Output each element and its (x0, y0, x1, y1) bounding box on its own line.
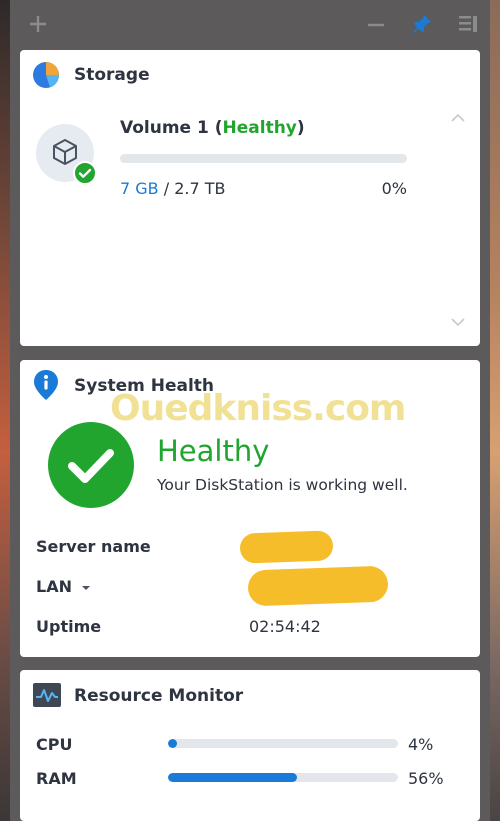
lan-dropdown[interactable]: LAN (36, 577, 91, 596)
health-status: Healthy (157, 434, 270, 468)
volume-usage-bar (120, 154, 407, 163)
healthy-check-icon (48, 422, 134, 508)
monitor-chart-icon (33, 683, 61, 707)
ram-percent: 56% (408, 769, 444, 788)
chevron-down-icon[interactable] (450, 316, 466, 328)
cpu-percent: 4% (408, 735, 434, 754)
resource-monitor-widget: Resource Monitor CPU 4% RAM 56% (20, 670, 480, 821)
volume-title[interactable]: Volume 1 (Healthy) (120, 118, 305, 138)
volume-total: 2.7 TB (174, 179, 226, 198)
volume-percent: 0% (381, 179, 407, 198)
uptime-value: 02:54:42 (249, 617, 321, 636)
server-name-redaction (239, 530, 334, 564)
lan-redaction (247, 565, 389, 607)
volume-status: Healthy (222, 118, 297, 138)
volume-close-paren: ) (296, 118, 305, 138)
ram-usage-fill (168, 773, 297, 782)
uptime-label: Uptime (36, 617, 102, 636)
minus-icon[interactable] (364, 12, 388, 36)
healthy-check-badge-icon (73, 161, 97, 185)
storage-title: Storage (74, 65, 150, 85)
cpu-usage-fill (168, 739, 178, 748)
volume-separator: / (158, 179, 175, 198)
health-message: Your DiskStation is working well. (157, 476, 408, 494)
widget-toolbar (10, 0, 490, 48)
server-name-label: Server name (36, 537, 151, 556)
volume-capacity: 7 GB / 2.7 TB (120, 179, 225, 198)
cpu-label: CPU (36, 735, 73, 754)
storage-widget: Storage Volume 1 (Healthy) 7 GB / 2.7 TB… (20, 50, 480, 346)
volume-used: 7 GB (120, 179, 159, 198)
chevron-up-icon[interactable] (450, 112, 466, 124)
watermark: Ouedkniss.com (110, 388, 406, 429)
panel-layout-icon[interactable] (456, 12, 480, 36)
lan-label: LAN (36, 577, 72, 596)
resource-monitor-title: Resource Monitor (74, 686, 244, 706)
storage-pie-icon (33, 62, 60, 88)
volume-name: Volume 1 ( (120, 118, 223, 138)
info-shield-icon (34, 370, 58, 400)
ram-label: RAM (36, 769, 77, 788)
widget-panel: Storage Volume 1 (Healthy) 7 GB / 2.7 TB… (10, 0, 490, 821)
volume-icon-wrap (36, 124, 97, 185)
plus-icon[interactable] (26, 12, 50, 36)
cpu-usage-bar (168, 739, 398, 748)
ram-usage-bar (168, 773, 398, 782)
caret-down-icon (81, 585, 90, 590)
pin-icon[interactable] (410, 12, 434, 36)
